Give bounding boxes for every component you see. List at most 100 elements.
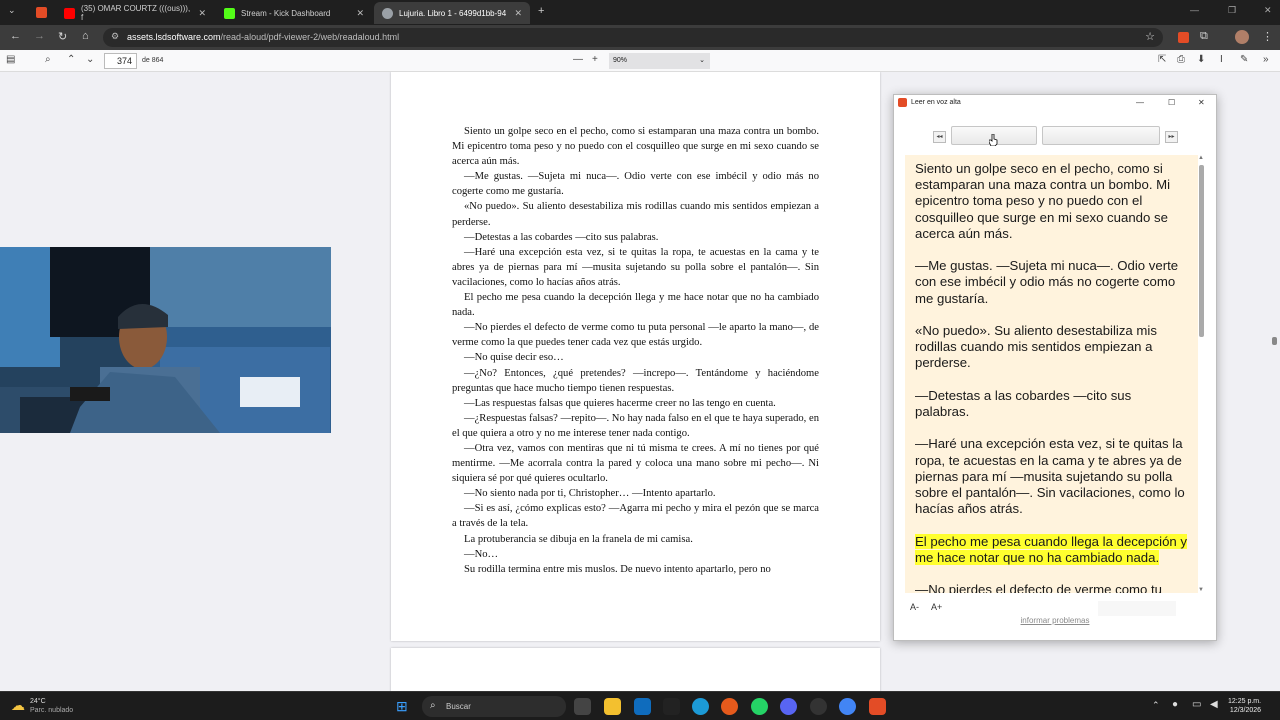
- page-paragraph: —Si es así, ¿cómo explicas esto? —Agarra…: [452, 503, 819, 530]
- read-aloud-titlebar[interactable]: Leer en voz alta — ☐ ✕: [894, 95, 1216, 112]
- scroll-down-icon[interactable]: ▼: [1198, 587, 1204, 593]
- close-icon[interactable]: ✕: [198, 8, 206, 19]
- clock-time: 12:25 p.m.: [1228, 698, 1262, 705]
- open-file-icon[interactable]: ⇱: [1158, 54, 1166, 65]
- sentence: —Detestas a las cobardes —cito sus palab…: [915, 387, 1132, 419]
- draw-icon[interactable]: ✎: [1240, 54, 1248, 65]
- back-icon[interactable]: ←: [10, 30, 21, 42]
- new-tab-icon[interactable]: +: [538, 5, 544, 17]
- page-paragraph: —No siento nada por ti, Christopher… —In…: [464, 488, 716, 500]
- taskbar-search-label: Buscar: [446, 702, 471, 711]
- read-aloud-text-panel[interactable]: Siento un golpe seco en el pecho, como s…: [905, 155, 1198, 593]
- windows-start-icon[interactable]: ⊞: [396, 698, 408, 715]
- close-icon[interactable]: ✕: [514, 8, 522, 19]
- read-aloud-extension-icon[interactable]: [1178, 32, 1189, 43]
- pdf-page: Siento un golpe seco en el pecho, como s…: [391, 72, 880, 641]
- globe-icon: [382, 7, 393, 19]
- pinned-tab-icon[interactable]: [36, 7, 47, 18]
- save-icon[interactable]: ⬇: [1197, 54, 1205, 65]
- stop-button[interactable]: [1042, 126, 1160, 145]
- pdf-page-next: [391, 648, 880, 691]
- page-paragraph: Su rodilla termina entre mis muslos. De …: [464, 563, 771, 575]
- next-page-icon[interactable]: ⌄: [86, 54, 94, 65]
- store-icon[interactable]: [634, 698, 651, 715]
- capcut-icon[interactable]: [663, 698, 680, 715]
- print-icon[interactable]: ⎙: [1177, 54, 1185, 65]
- tab-strip: ⌄ (35) OMAR COURTZ (((ous))), f ✕ Stream…: [0, 0, 1280, 25]
- tab-kick[interactable]: Stream - Kick Dashboard ✕: [216, 2, 372, 24]
- report-problem-link[interactable]: informar problemas: [894, 616, 1216, 625]
- reload-icon[interactable]: ↻: [58, 30, 67, 43]
- page-paragraph: —¿Respuestas falsas? —repito—. No hay na…: [452, 412, 819, 439]
- read-aloud-paragraph: Siento un golpe seco en el pecho, como s…: [915, 161, 1188, 242]
- edge-icon[interactable]: [692, 698, 709, 715]
- viewer-scrollbar[interactable]: [1272, 337, 1277, 345]
- search-icon[interactable]: ⌕: [45, 54, 51, 65]
- forward-icon[interactable]: →: [34, 30, 45, 42]
- site-info-icon[interactable]: ⚙: [111, 31, 119, 42]
- discord-icon[interactable]: [780, 698, 797, 715]
- maximize-icon[interactable]: ❐: [1228, 5, 1236, 16]
- tab-youtube[interactable]: (35) OMAR COURTZ (((ous))), f ✕: [56, 2, 214, 24]
- extensions-icon[interactable]: ⧉: [1200, 30, 1208, 43]
- home-icon[interactable]: ⌂: [82, 30, 89, 42]
- chrome-icon[interactable]: [839, 698, 856, 715]
- sentence: —No pierdes el defecto de verme como tu …: [915, 582, 1163, 593]
- page-number-input[interactable]: 374: [104, 53, 137, 69]
- text-tool-icon[interactable]: I: [1220, 54, 1223, 65]
- bookmark-star-icon[interactable]: ☆: [1145, 30, 1155, 43]
- scroll-up-icon[interactable]: ▲: [1198, 155, 1204, 161]
- page-paragraph: —Otra vez, vamos con mentiras que ni tú …: [452, 442, 819, 485]
- app-icon[interactable]: [721, 698, 738, 715]
- zoom-out-icon[interactable]: —: [573, 54, 583, 65]
- read-aloud-paragraph: —Me gustas. —Sujeta mi nuca—. Odio verte…: [915, 258, 1188, 307]
- forward-button[interactable]: ▸▸: [1165, 131, 1178, 143]
- youtube-icon: [64, 7, 75, 19]
- task-view-icon[interactable]: [574, 698, 591, 715]
- browser-toolbar: ← → ↻ ⌂ ⚙ assets.lsdsoftware.com/read-al…: [0, 25, 1280, 50]
- address-bar[interactable]: ⚙ assets.lsdsoftware.com/read-aloud/pdf-…: [103, 28, 1163, 47]
- chevron-up-icon[interactable]: ⌃: [1152, 700, 1160, 711]
- url-path: /read-aloud/pdf-viewer-2/web/readaloud.h…: [220, 32, 400, 42]
- taskbar-search[interactable]: ⌕ Buscar: [422, 696, 566, 717]
- close-icon[interactable]: ✕: [1198, 98, 1205, 107]
- sentence: —Me gustas. —Sujeta mi nuca—. Odio verte…: [915, 258, 1179, 306]
- read-aloud-paragraph: —No pierdes el defecto de verme como tu …: [915, 582, 1188, 593]
- clock[interactable]: 12:25 p.m. 12/3/2026: [1228, 697, 1261, 715]
- zoom-select[interactable]: 90% ⌄: [609, 53, 710, 69]
- whatsapp-icon[interactable]: [751, 698, 768, 715]
- file-explorer-icon[interactable]: [604, 698, 621, 715]
- obs-icon[interactable]: [810, 698, 827, 715]
- page-paragraph: «No puedo». Su aliento desestabiliza mis…: [452, 201, 819, 228]
- read-aloud-paragraph: «No puedo». Su aliento desestabiliza mis…: [915, 323, 1188, 372]
- minimize-icon[interactable]: —: [1136, 98, 1144, 107]
- zoom-in-icon[interactable]: +: [592, 54, 598, 65]
- tab-search-icon[interactable]: ⌄: [8, 5, 16, 16]
- minimize-icon[interactable]: —: [1190, 5, 1199, 15]
- menu-icon[interactable]: ⋮: [1262, 30, 1273, 43]
- scrollbar-thumb[interactable]: [1199, 165, 1204, 337]
- font-increase-button[interactable]: A+: [931, 602, 942, 612]
- font-decrease-button[interactable]: A-: [910, 602, 919, 612]
- profile-avatar[interactable]: [1235, 30, 1249, 44]
- text-panel-scrollbar[interactable]: ▲ ▼: [1198, 155, 1205, 593]
- sidebar-toggle-icon[interactable]: ▤: [6, 54, 15, 65]
- previous-page-icon[interactable]: ⌃: [67, 54, 75, 65]
- read-aloud-title: Leer en voz alta: [911, 99, 961, 106]
- weather-widget[interactable]: ☁ 24°C Parc. nublado: [11, 697, 73, 715]
- rewind-button[interactable]: ◂◂: [933, 131, 946, 143]
- read-aloud-taskbar-icon[interactable]: [869, 698, 886, 715]
- page-paragraph: —Me gustas. —Sujeta mi nuca—. Odio verte…: [452, 171, 819, 198]
- tools-menu-icon[interactable]: »: [1263, 54, 1269, 65]
- maximize-icon[interactable]: ☐: [1168, 98, 1175, 107]
- taskbar: ☁ 24°C Parc. nublado ⊞ ⌕ Buscar ⌃ ● ▭ ◀ …: [0, 691, 1280, 720]
- page-paragraph: —No pierdes el defecto de verme como tu …: [452, 322, 819, 349]
- close-window-icon[interactable]: ✕: [1264, 5, 1272, 16]
- volume-icon[interactable]: ◀: [1210, 699, 1218, 710]
- tab-pdf[interactable]: Lujuria. Libro 1 - 6499d1bb-94 ✕: [374, 2, 530, 24]
- microphone-icon[interactable]: ●: [1172, 699, 1178, 710]
- network-icon[interactable]: ▭: [1192, 699, 1201, 710]
- weather-condition: Parc. nublado: [30, 707, 74, 714]
- close-icon[interactable]: ✕: [356, 8, 364, 19]
- sentence: «No puedo». Su aliento desestabiliza mis…: [915, 323, 1157, 371]
